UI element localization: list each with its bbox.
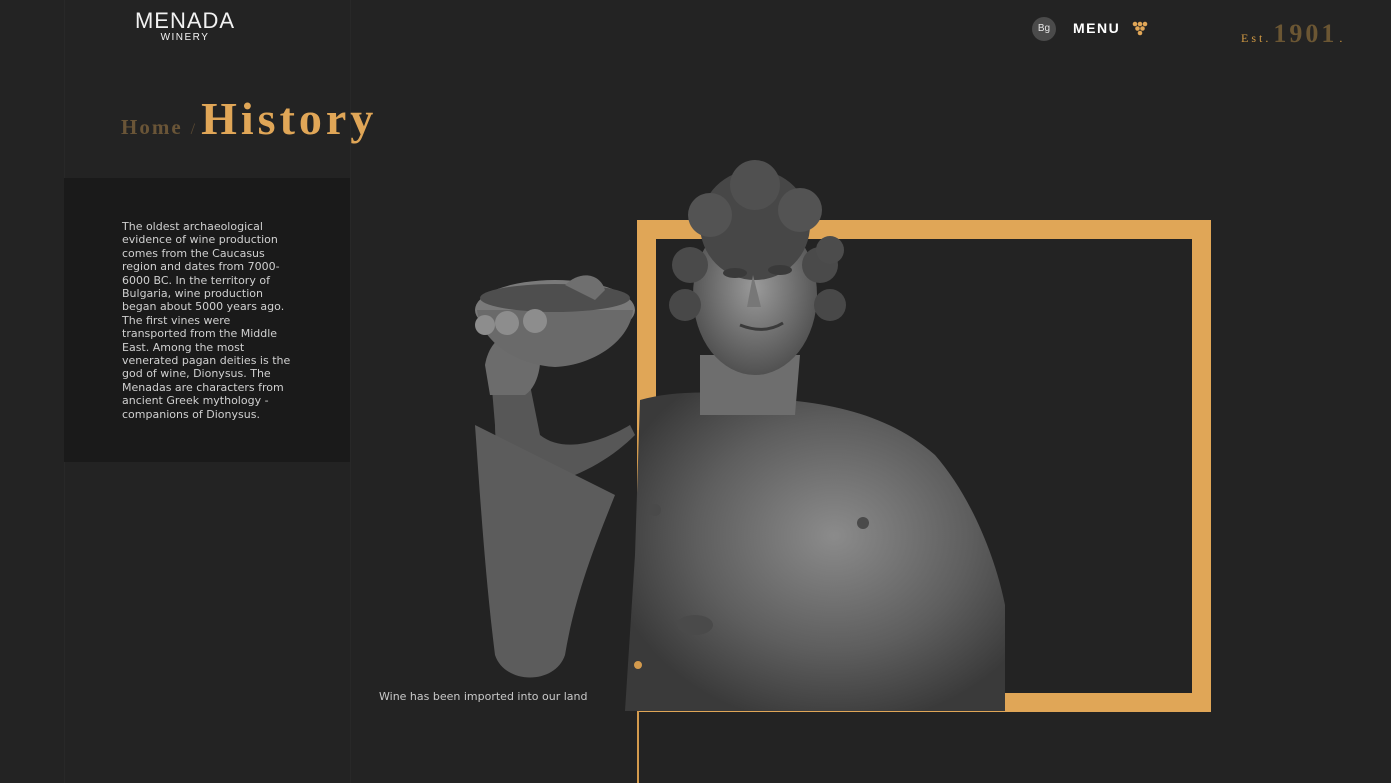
brand-logo[interactable]: MENADA WINERY <box>122 8 248 44</box>
language-switch-button[interactable]: Bg <box>1032 17 1056 41</box>
page-title: History <box>201 93 378 144</box>
breadcrumb-home-link[interactable]: Home <box>121 115 183 139</box>
brand-name: MENADA <box>134 8 236 33</box>
est-year: 1901 <box>1273 19 1338 48</box>
established-label: Est.1901. <box>1241 19 1342 49</box>
breadcrumb-separator: / <box>190 121 196 138</box>
dionysus-statue-image <box>475 160 1005 711</box>
timeline-caption: Wine has been imported into our land <box>379 690 588 703</box>
est-dot: . <box>1339 31 1343 45</box>
menu-button[interactable]: MENU <box>1073 20 1120 36</box>
timeline-marker[interactable] <box>634 661 642 669</box>
grape-icon[interactable] <box>1131 19 1149 37</box>
breadcrumb: Home / History <box>121 92 377 145</box>
intro-panel: The oldest archaeological evidence of wi… <box>64 178 350 462</box>
intro-text: The oldest archaeological evidence of wi… <box>122 220 291 421</box>
brand-subtitle: WINERY <box>160 32 210 43</box>
est-label: Est. <box>1241 31 1272 45</box>
